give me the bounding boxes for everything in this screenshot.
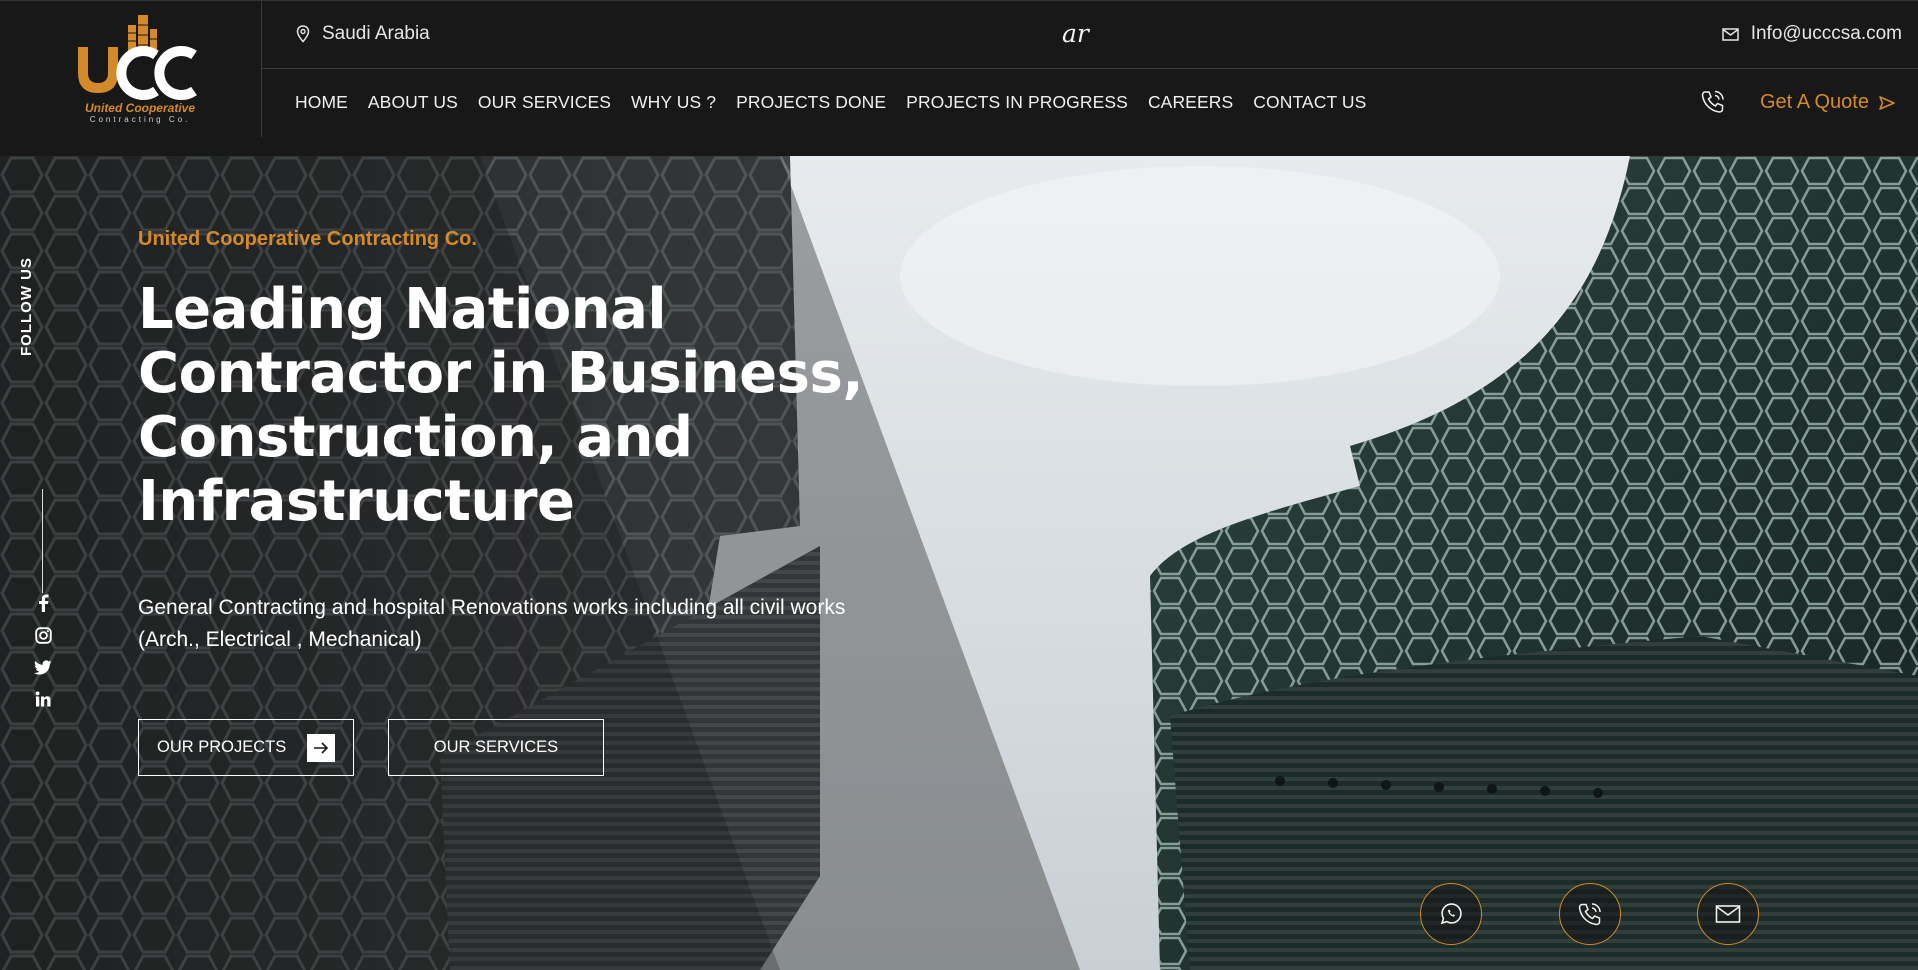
nav-home[interactable]: HOME: [295, 92, 348, 113]
nav-projects-in-progress[interactable]: PROJECTS IN PROGRESS: [906, 92, 1128, 113]
arrow-right-icon: [307, 734, 335, 762]
nav-why-us[interactable]: WHY US ?: [631, 92, 716, 113]
nav-our-services[interactable]: OUR SERVICES: [478, 92, 611, 113]
nav-contact-us[interactable]: CONTACT US: [1253, 92, 1366, 113]
mail-icon[interactable]: [1697, 883, 1759, 945]
phone-ring-icon[interactable]: [1700, 89, 1726, 115]
location-text: Saudi Arabia: [322, 23, 430, 44]
follow-divider: [42, 489, 43, 593]
language-switch[interactable]: ar: [1062, 19, 1089, 48]
headline-line: Leading National: [138, 277, 667, 342]
nav-careers[interactable]: CAREERS: [1148, 92, 1233, 113]
linkedin-icon[interactable]: [34, 690, 52, 708]
logo-subtitle: Contracting Co.: [89, 115, 191, 124]
logo[interactable]: United Cooperative Contracting Co.: [0, 1, 262, 137]
location-pin-icon: [296, 25, 310, 43]
instagram-icon[interactable]: [34, 626, 52, 644]
main-nav: HOME ABOUT US OUR SERVICES WHY US ? PROJ…: [295, 92, 1366, 113]
hero-eyebrow: United Cooperative Contracting Co.: [138, 228, 477, 250]
our-services-button[interactable]: OUR SERVICES: [388, 719, 604, 776]
our-services-label: OUR SERVICES: [433, 738, 559, 756]
hero-description: General Contracting and hospital Renovat…: [138, 596, 846, 651]
top-bar: Saudi Arabia ar Info@ucccsa.com: [262, 1, 1918, 69]
send-arrow-icon: [1879, 95, 1895, 110]
facebook-icon[interactable]: [34, 594, 52, 612]
get-a-quote-link[interactable]: Get A Quote: [1760, 91, 1895, 114]
envelope-icon: [1721, 27, 1739, 41]
get-a-quote-label: Get A Quote: [1760, 91, 1869, 113]
our-projects-button[interactable]: OUR PROJECTS: [138, 719, 354, 776]
location: Saudi Arabia: [296, 23, 430, 45]
follow-us-label: FOLLOW US: [18, 257, 35, 356]
site-header: United Cooperative Contracting Co. Saudi…: [0, 0, 1918, 156]
email-text: Info@ucccsa.com: [1750, 23, 1902, 44]
headline-line: Construction, and: [138, 405, 693, 470]
headline-line: Contractor in Business,: [138, 341, 864, 406]
twitter-icon[interactable]: [34, 658, 52, 676]
logo-name: United Cooperative: [84, 101, 195, 115]
logo-mark-icon: [78, 15, 197, 100]
nav-about-us[interactable]: ABOUT US: [368, 92, 458, 113]
phone-call-icon[interactable]: [1559, 883, 1621, 945]
nav-projects-done[interactable]: PROJECTS DONE: [736, 92, 886, 113]
follow-us-bar: FOLLOW US: [0, 156, 86, 756]
our-projects-label: OUR PROJECTS: [157, 738, 287, 756]
whatsapp-icon[interactable]: [1420, 883, 1482, 945]
headline-line: Infrastructure: [138, 469, 575, 534]
email-link[interactable]: Info@ucccsa.com: [1721, 23, 1902, 45]
hero-headline: Leading National Contractor in Business,…: [138, 278, 898, 534]
